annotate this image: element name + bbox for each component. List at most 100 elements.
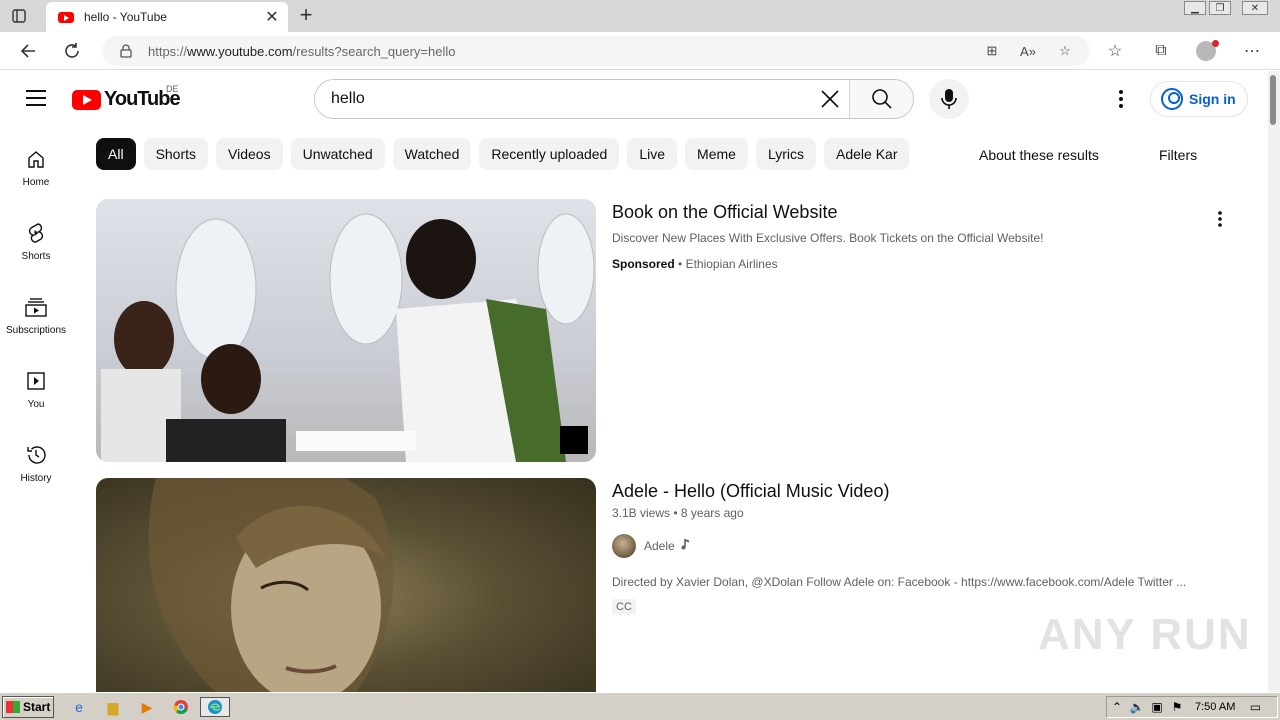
browser-tab[interactable]: hello - YouTube ✕ bbox=[46, 2, 288, 32]
start-button[interactable]: Start bbox=[2, 696, 54, 718]
clear-search-icon[interactable] bbox=[811, 80, 849, 118]
anyrun-watermark: ANY RUN bbox=[1038, 610, 1252, 659]
sidebar-item-shorts[interactable]: Shorts bbox=[0, 211, 72, 271]
channel-avatar[interactable] bbox=[612, 534, 636, 558]
add-favorite-icon[interactable]: ☆ bbox=[1055, 42, 1075, 60]
sponsored-label: Sponsored bbox=[612, 257, 675, 271]
sidebar-item-history[interactable]: History bbox=[0, 433, 72, 493]
video-thumbnail[interactable] bbox=[96, 478, 596, 692]
action-center-flag-icon[interactable]: ⚑ bbox=[1167, 700, 1187, 714]
ie-icon[interactable]: e bbox=[68, 697, 90, 717]
sidebar-item-home[interactable]: Home bbox=[0, 137, 72, 197]
search-icon bbox=[871, 89, 892, 109]
subscriptions-icon bbox=[25, 295, 47, 319]
lock-icon[interactable] bbox=[120, 44, 132, 63]
scrollbar-thumb[interactable] bbox=[1270, 75, 1276, 125]
settings-more-icon[interactable]: ⋯ bbox=[1241, 41, 1263, 61]
home-icon bbox=[26, 147, 46, 171]
favorites-icon[interactable]: ☆ bbox=[1104, 41, 1126, 61]
country-code: DE bbox=[166, 84, 179, 94]
chip-lyrics[interactable]: Lyrics bbox=[755, 138, 816, 170]
you-icon bbox=[26, 369, 46, 393]
network-icon[interactable]: ▣ bbox=[1147, 700, 1167, 714]
shorts-icon bbox=[26, 221, 46, 245]
voice-search-button[interactable] bbox=[929, 79, 969, 119]
upload-age: 8 years ago bbox=[680, 506, 744, 520]
media-player-icon[interactable]: ▶ bbox=[136, 697, 158, 717]
sidebar-label: History bbox=[20, 473, 52, 484]
ad-title[interactable]: Book on the Official Website bbox=[612, 202, 837, 223]
windows-taskbar: Start e ▆ ▶ ⌃ 🔈 ▣ ⚑ 7:50 AM ▭ bbox=[0, 692, 1280, 720]
airline-cabin-image bbox=[101, 213, 595, 462]
channel-name[interactable]: Adele bbox=[644, 539, 675, 553]
youtube-logo[interactable]: YouTube DE bbox=[72, 84, 181, 111]
chip-recently-uploaded[interactable]: Recently uploaded bbox=[479, 138, 620, 170]
video-title[interactable]: Adele - Hello (Official Music Video) bbox=[612, 481, 889, 502]
clock[interactable]: 7:50 AM bbox=[1195, 701, 1235, 713]
filters-button[interactable]: Filters bbox=[1159, 147, 1197, 163]
sign-in-label: Sign in bbox=[1189, 91, 1236, 107]
new-tab-icon[interactable]: + bbox=[296, 4, 316, 26]
page-scrollbar[interactable] bbox=[1268, 71, 1280, 692]
ad-thumbnail[interactable] bbox=[96, 199, 596, 462]
adele-portrait-image bbox=[148, 478, 394, 692]
search-input[interactable] bbox=[315, 80, 811, 118]
chip-videos[interactable]: Videos bbox=[216, 138, 283, 170]
collections-icon[interactable]: ⧉ bbox=[1150, 41, 1172, 61]
system-tray: ⌃ 🔈 ▣ ⚑ 7:50 AM ▭ bbox=[1106, 696, 1278, 718]
sign-in-button[interactable]: Sign in bbox=[1150, 81, 1248, 117]
tab-title: hello - YouTube bbox=[84, 10, 167, 24]
back-icon[interactable] bbox=[16, 40, 40, 62]
chrome-icon[interactable] bbox=[170, 697, 192, 717]
chip-shorts[interactable]: Shorts bbox=[143, 138, 209, 170]
profile-avatar[interactable] bbox=[1196, 40, 1219, 61]
sidebar-label: Shorts bbox=[21, 251, 51, 262]
sidebar-label: You bbox=[27, 399, 45, 410]
channel-link[interactable]: Adele bbox=[612, 534, 691, 558]
start-label: Start bbox=[23, 700, 51, 714]
video-meta: 3.1B views • 8 years ago bbox=[612, 506, 744, 520]
chip-adele-karaoke[interactable]: Adele Kar bbox=[824, 138, 910, 170]
chip-unwatched[interactable]: Unwatched bbox=[290, 138, 385, 170]
account-icon bbox=[1161, 88, 1183, 110]
youtube-favicon-icon bbox=[58, 11, 74, 23]
youtube-header: YouTube DE Sign in bbox=[0, 71, 1268, 127]
window-close-icon[interactable]: ✕ bbox=[1242, 1, 1268, 15]
advertiser-name[interactable]: Ethiopian Airlines bbox=[686, 257, 778, 271]
show-desktop-icon[interactable]: ▭ bbox=[1245, 700, 1265, 714]
sidebar-label: Home bbox=[22, 177, 50, 188]
show-hidden-icons-icon[interactable]: ⌃ bbox=[1107, 700, 1127, 714]
about-results-link[interactable]: About these results bbox=[979, 147, 1099, 163]
chip-all[interactable]: All bbox=[96, 138, 136, 170]
search-button[interactable] bbox=[849, 80, 913, 118]
sidebar-label: Subscriptions bbox=[5, 325, 67, 336]
url-bar[interactable]: https://www.youtube.com/results?search_q… bbox=[102, 36, 1090, 66]
refresh-icon[interactable] bbox=[60, 40, 84, 62]
read-aloud-icon[interactable]: A» bbox=[1018, 42, 1038, 60]
sidebar-item-subscriptions[interactable]: Subscriptions bbox=[0, 285, 72, 345]
view-count: 3.1B views bbox=[612, 506, 671, 520]
url-text[interactable]: https://www.youtube.com/results?search_q… bbox=[148, 44, 456, 59]
chip-meme[interactable]: Meme bbox=[685, 138, 748, 170]
meta-separator: • bbox=[678, 257, 683, 271]
tab-actions-icon[interactable] bbox=[10, 7, 28, 25]
sidebar-item-you[interactable]: You bbox=[0, 359, 72, 419]
ad-more-icon[interactable] bbox=[1210, 208, 1230, 230]
minimize-icon[interactable]: ▁ bbox=[1184, 1, 1206, 15]
folder-icon[interactable]: ▆ bbox=[102, 697, 124, 717]
tab-close-icon[interactable]: ✕ bbox=[262, 7, 282, 27]
music-note-icon bbox=[681, 537, 691, 555]
edge-icon[interactable] bbox=[200, 697, 230, 717]
chip-watched[interactable]: Watched bbox=[392, 138, 472, 170]
more-options-icon[interactable] bbox=[1110, 88, 1132, 110]
history-icon bbox=[25, 443, 47, 467]
volume-icon[interactable]: 🔈 bbox=[1127, 700, 1147, 714]
browser-tab-bar: hello - YouTube ✕ + ▁ ❐ ✕ bbox=[0, 0, 1280, 32]
cc-badge: CC bbox=[612, 599, 636, 615]
restore-icon[interactable]: ❐ bbox=[1209, 1, 1231, 15]
chip-live[interactable]: Live bbox=[627, 138, 678, 170]
meta-separator: • bbox=[673, 506, 678, 520]
ad-description: Discover New Places With Exclusive Offer… bbox=[612, 231, 1044, 245]
apps-icon[interactable]: ⊞ bbox=[982, 42, 1002, 60]
menu-icon[interactable] bbox=[26, 90, 46, 106]
